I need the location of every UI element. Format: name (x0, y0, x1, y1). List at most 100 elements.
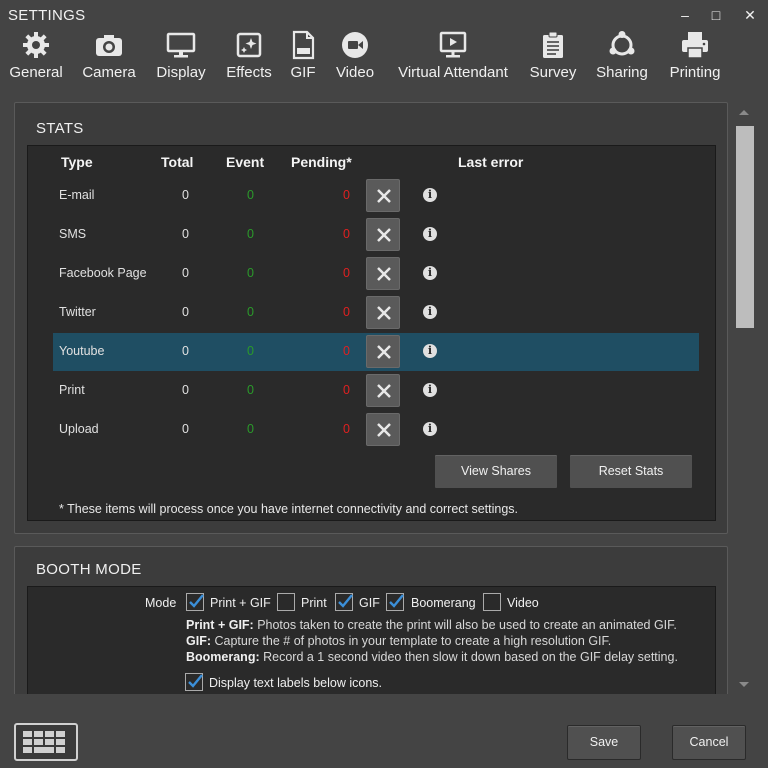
pending-cell: 0 (343, 266, 350, 280)
stats-panel: STATS Type Total Event Pending* Last err… (14, 102, 728, 534)
pending-cell: 0 (343, 227, 350, 241)
event-cell: 0 (247, 266, 254, 280)
total-cell: 0 (182, 344, 189, 358)
total-cell: 0 (182, 305, 189, 319)
mode-gif-checkbox[interactable] (335, 593, 353, 611)
booth-mode-title: BOOTH MODE (36, 561, 142, 578)
type-cell: SMS (59, 227, 87, 241)
table-row[interactable]: Twitter 0 0 0 i (53, 294, 699, 332)
close-icon (377, 306, 391, 320)
toolbar-label: GIF (290, 64, 316, 81)
mode-video-checkbox[interactable] (483, 593, 501, 611)
info-icon[interactable]: i (423, 383, 437, 397)
event-cell: 0 (247, 422, 254, 436)
scroll-up-arrow-icon[interactable] (739, 110, 749, 115)
keyboard-button[interactable] (14, 723, 78, 761)
pending-cell: 0 (343, 383, 350, 397)
mode-print-checkbox[interactable] (277, 593, 295, 611)
type-cell: Upload (59, 422, 99, 436)
close-button[interactable]: ✕ (740, 6, 760, 24)
mode-boomerang-label: Boomerang (411, 596, 476, 610)
effects-icon (225, 30, 273, 62)
video-camera-icon (334, 30, 376, 62)
sharing-icon (594, 30, 650, 62)
pending-cell: 0 (343, 305, 350, 319)
close-icon (377, 384, 391, 398)
info-icon[interactable]: i (423, 305, 437, 319)
info-icon[interactable]: i (423, 227, 437, 241)
type-cell: Twitter (59, 305, 96, 319)
gear-icon (9, 30, 63, 62)
mode-print-label: Print (301, 596, 327, 610)
toolbar-display[interactable]: Display (155, 28, 207, 88)
stats-footnote: * These items will process once you have… (59, 502, 519, 516)
vertical-scrollbar[interactable] (734, 110, 756, 690)
close-icon (377, 345, 391, 359)
event-cell: 0 (247, 305, 254, 319)
clear-pending-button[interactable] (366, 179, 400, 212)
clear-pending-button[interactable] (366, 296, 400, 329)
info-icon[interactable]: i (423, 344, 437, 358)
printer-icon (666, 30, 724, 62)
scroll-down-arrow-icon[interactable] (739, 682, 749, 687)
clear-pending-button[interactable] (366, 335, 400, 368)
total-cell: 0 (182, 227, 189, 241)
settings-content[interactable]: STATS Type Total Event Pending* Last err… (14, 102, 730, 694)
clear-pending-button[interactable] (366, 413, 400, 446)
toolbar-video[interactable]: Video (334, 28, 376, 88)
info-icon[interactable]: i (423, 188, 437, 202)
toolbar-virtual-attendant[interactable]: Virtual Attendant (394, 28, 512, 88)
checkmark-icon (189, 594, 204, 608)
view-shares-button[interactable]: View Shares (434, 454, 558, 489)
close-icon (377, 267, 391, 281)
minimize-button[interactable]: – (675, 6, 695, 24)
clear-pending-button[interactable] (366, 374, 400, 407)
gif-file-icon (287, 30, 319, 62)
toolbar-label: Camera (82, 64, 136, 81)
booth-mode-body: Mode Print + GIF Print GIF Boomerang Vid… (27, 586, 716, 694)
save-button[interactable]: Save (567, 725, 641, 760)
total-cell: 0 (182, 266, 189, 280)
clear-pending-button[interactable] (366, 257, 400, 290)
type-cell: Print (59, 383, 85, 397)
pending-cell: 0 (343, 422, 350, 436)
display-labels-checkbox[interactable] (185, 673, 203, 691)
toolbar-gif[interactable]: GIF (287, 28, 319, 88)
clipboard-icon (529, 30, 577, 62)
toolbar-general[interactable]: General (9, 28, 63, 88)
toolbar-label: Survey (529, 64, 577, 81)
maximize-button[interactable]: □ (706, 6, 726, 24)
toolbar-label: Effects (226, 64, 272, 81)
cancel-button[interactable]: Cancel (672, 725, 746, 760)
mode-video-label: Video (507, 596, 539, 610)
mode-boomerang-checkbox[interactable] (386, 593, 404, 611)
type-cell: E-mail (59, 188, 95, 202)
mode-print-gif-checkbox[interactable] (186, 593, 204, 611)
clear-pending-button[interactable] (366, 218, 400, 251)
scroll-thumb[interactable] (736, 126, 754, 328)
table-row-selected[interactable]: Youtube 0 0 0 i (53, 333, 699, 371)
type-cell: Facebook Page (59, 266, 147, 280)
print-gif-description: Print + GIF: Photos taken to create the … (186, 618, 677, 632)
table-row[interactable]: Facebook Page 0 0 0 i (53, 255, 699, 293)
title-bar: SETTINGS – □ ✕ (0, 0, 768, 28)
checkmark-icon (188, 674, 203, 688)
toolbar-printing[interactable]: Printing (666, 28, 724, 88)
toolbar-sharing[interactable]: Sharing (594, 28, 650, 88)
table-row[interactable]: SMS 0 0 0 i (53, 216, 699, 254)
toolbar-camera[interactable]: Camera (82, 28, 136, 88)
gif-description: GIF: Capture the # of photos in your tem… (186, 634, 612, 648)
info-icon[interactable]: i (423, 422, 437, 436)
display-labels-label: Display text labels below icons. (209, 676, 382, 690)
stats-table: Type Total Event Pending* Last error E-m… (27, 145, 716, 521)
table-row[interactable]: Upload 0 0 0 i (53, 411, 699, 449)
table-row[interactable]: E-mail 0 0 0 i (53, 177, 699, 215)
toolbar-effects[interactable]: Effects (225, 28, 273, 88)
type-cell: Youtube (59, 344, 105, 358)
info-icon[interactable]: i (423, 266, 437, 280)
booth-mode-panel: BOOTH MODE Mode Print + GIF Print GIF Bo… (14, 546, 728, 694)
reset-stats-button[interactable]: Reset Stats (569, 454, 693, 489)
close-icon (377, 423, 391, 437)
toolbar-survey[interactable]: Survey (529, 28, 577, 88)
table-row[interactable]: Print 0 0 0 i (53, 372, 699, 410)
